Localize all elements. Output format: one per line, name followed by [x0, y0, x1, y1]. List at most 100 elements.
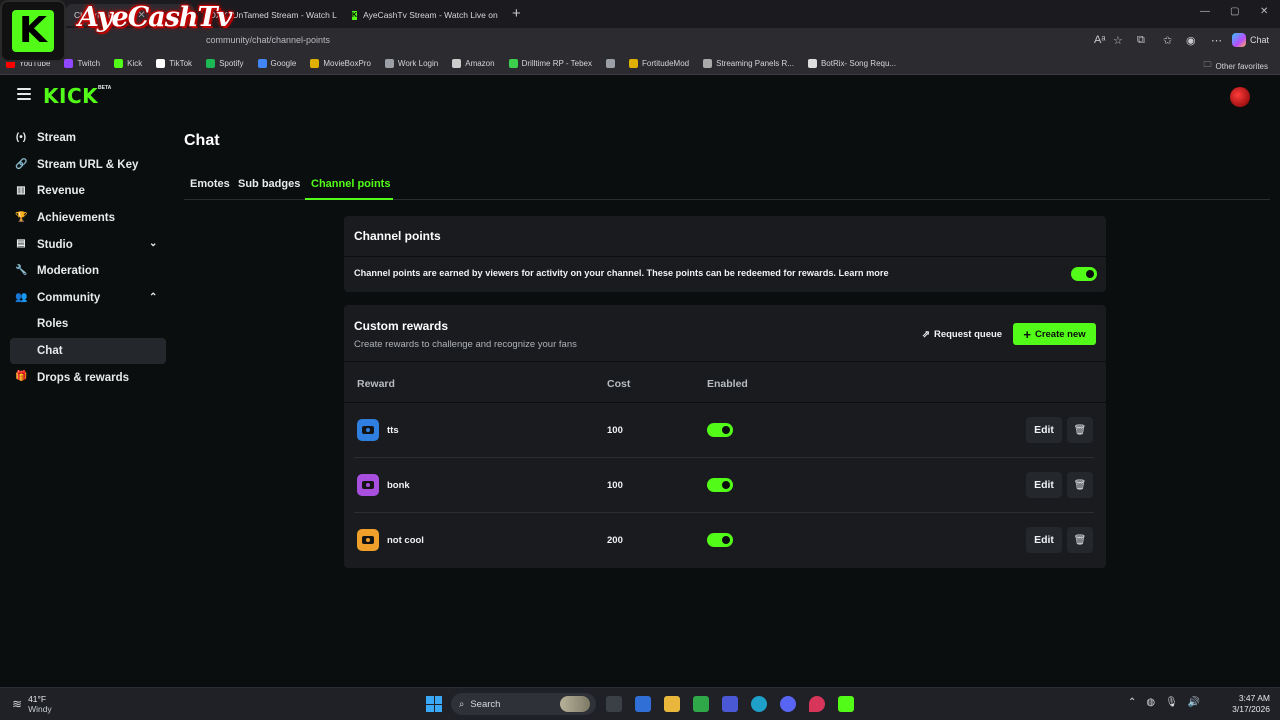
teams-icon[interactable]: [722, 696, 738, 712]
read-aloud-icon[interactable]: Aᵃ: [1094, 34, 1105, 46]
clock[interactable]: 3:47 AM 3/17/2026: [1228, 693, 1270, 715]
extensions-icon[interactable]: ⧉: [1137, 34, 1145, 47]
store-icon[interactable]: [635, 696, 651, 712]
edit-button[interactable]: Edit: [1026, 527, 1062, 553]
browser-tab[interactable]: K AyeCashTv Stream - Watch Live on ✕: [344, 4, 508, 26]
bookmark-item[interactable]: [605, 59, 615, 68]
reward-name: bonk: [387, 480, 410, 491]
sidebar-item-studio[interactable]: ▤ Studio ⌄: [0, 231, 176, 258]
reward-enabled-toggle[interactable]: [707, 423, 733, 437]
favorites-icon[interactable]: ✩: [1163, 34, 1172, 47]
task-view-icon[interactable]: [606, 696, 622, 712]
trash-icon[interactable]: 🗑: [1067, 417, 1093, 443]
bookmark-item[interactable]: Streaming Panels R...: [703, 59, 794, 68]
kick-brand-logo[interactable]: KICK: [43, 84, 98, 108]
create-new-button[interactable]: + Create new: [1013, 323, 1096, 345]
menu-icon[interactable]: [17, 88, 31, 103]
trash-icon[interactable]: 🗑: [1067, 472, 1093, 498]
column-header-reward: Reward: [357, 378, 395, 390]
other-favorites[interactable]: 🗀 Other favorites: [1204, 59, 1268, 73]
bookmark-favicon-icon: [257, 59, 267, 68]
taskbar-search[interactable]: ⌕ Search: [451, 693, 596, 715]
bookmark-item[interactable]: BotRix- Song Requ...: [807, 59, 896, 68]
tab-emotes[interactable]: Emotes: [190, 178, 230, 190]
bookmark-favicon-icon: [64, 59, 74, 68]
other-favorites-label: Other favorites: [1215, 61, 1268, 71]
bookmark-item[interactable]: FortitudeMod: [628, 59, 689, 68]
close-window-icon[interactable]: ✕: [1260, 6, 1268, 17]
sidebar-item-label: Achievements: [37, 212, 115, 225]
temperature: 41°F: [28, 694, 47, 704]
request-queue-button[interactable]: ⇗ Request queue: [916, 323, 1008, 345]
sidebar-item-achievements[interactable]: 🏆 Achievements: [0, 205, 176, 232]
sidebar-item-label: Community: [37, 291, 101, 304]
reward-enabled-toggle[interactable]: [707, 533, 733, 547]
discord-icon[interactable]: [780, 696, 796, 712]
file-explorer-icon[interactable]: [664, 696, 680, 712]
reward-cost: 100: [607, 480, 623, 491]
tab-title: AyeCashTv Stream - Watch Live on: [363, 10, 498, 20]
weather-widget[interactable]: ≋ 41°F Windy: [12, 694, 52, 714]
channel-points-card: Channel points Channel points are earned…: [344, 216, 1106, 292]
chevron-down-icon[interactable]: ⌄: [149, 238, 157, 249]
sidebar-item-community[interactable]: 👥 Community ⌃: [0, 285, 176, 312]
bookmark-favicon-icon: [605, 59, 615, 68]
bookmark-favicon-icon: [628, 59, 638, 68]
copilot-chat-button[interactable]: Chat: [1232, 33, 1269, 47]
tab-sub-badges[interactable]: Sub badges: [238, 178, 300, 190]
trash-icon[interactable]: 🗑: [1067, 527, 1093, 553]
search-label: Search: [470, 698, 501, 710]
sidebar-item-roles[interactable]: Roles: [0, 311, 176, 338]
bookmark-item[interactable]: Amazon: [452, 59, 495, 68]
edit-button[interactable]: Edit: [1026, 417, 1062, 443]
sidebar-item-chat[interactable]: Chat: [10, 337, 166, 365]
volume-icon[interactable]: 🔊: [1188, 697, 1200, 708]
microphone-icon[interactable]: 🎙: [1165, 697, 1178, 708]
bookmark-item[interactable]: Drilltime RP - Tebex: [508, 59, 592, 68]
chevron-up-icon[interactable]: ⌃: [1128, 697, 1136, 708]
security-icon[interactable]: ◍: [1146, 697, 1155, 708]
profile-icon[interactable]: ◉: [1186, 34, 1196, 47]
custom-rewards-card: Custom rewards Create rewards to challen…: [344, 305, 1106, 568]
maximize-icon[interactable]: ▢: [1230, 6, 1239, 17]
edge-icon[interactable]: [751, 696, 767, 712]
tab-channel-points[interactable]: Channel points: [311, 178, 390, 190]
bookmark-label: TikTok: [169, 59, 193, 68]
sidebar-item-drops-rewards[interactable]: 🎁 Drops & rewards: [0, 364, 176, 391]
bookmark-item[interactable]: Spotify: [206, 59, 244, 68]
sidebar-item-moderation[interactable]: 🔧 Moderation: [0, 258, 176, 285]
app-icon[interactable]: [809, 696, 825, 712]
channel-points-toggle[interactable]: [1071, 267, 1097, 281]
bookmark-item[interactable]: Kick: [114, 59, 142, 68]
bookmark-label: Work Login: [397, 59, 439, 68]
edit-button[interactable]: Edit: [1026, 472, 1062, 498]
studio-icon: ▤: [16, 238, 26, 250]
sidebar-nav: (•) Stream 🔗 Stream URL & Key ▥ Revenue 🏆 Achie…: [0, 125, 176, 391]
create-new-label: Create new: [1034, 328, 1086, 340]
more-menu-icon[interactable]: ⋯: [1211, 34, 1222, 47]
sidebar-item-revenue[interactable]: ▥ Revenue: [0, 178, 176, 205]
favorite-star-icon[interactable]: ☆: [1113, 34, 1123, 47]
reward-icon: [357, 419, 379, 441]
bookmark-item[interactable]: Twitch: [64, 59, 100, 68]
avatar[interactable]: [1230, 87, 1250, 107]
bookmark-item[interactable]: Google: [257, 59, 297, 68]
xbox-icon[interactable]: [693, 696, 709, 712]
bookmark-label: Google: [270, 59, 297, 68]
sidebar-item-stream[interactable]: (•) Stream: [0, 125, 176, 152]
new-tab-icon[interactable]: +: [512, 5, 521, 22]
bookmark-item[interactable]: Work Login: [384, 59, 439, 68]
url-field[interactable]: community/chat/channel-points: [206, 35, 330, 45]
bookmark-item[interactable]: MovieBoxPro: [310, 59, 371, 68]
chevron-up-icon[interactable]: ⌃: [149, 292, 157, 303]
bookmark-favicon-icon: [384, 59, 394, 68]
bookmark-label: Amazon: [465, 59, 495, 68]
minimize-icon[interactable]: —: [1200, 6, 1210, 17]
sidebar-item-stream-url-key[interactable]: 🔗 Stream URL & Key: [0, 152, 176, 179]
kick-app-icon[interactable]: [838, 696, 854, 712]
reward-enabled-toggle[interactable]: [707, 478, 733, 492]
page-tabs: Emotes Sub badges Channel points: [184, 175, 1270, 200]
bookmark-item[interactable]: TikTok: [156, 59, 192, 68]
gift-icon: 🎁: [15, 371, 28, 383]
start-menu-icon[interactable]: [426, 696, 442, 712]
